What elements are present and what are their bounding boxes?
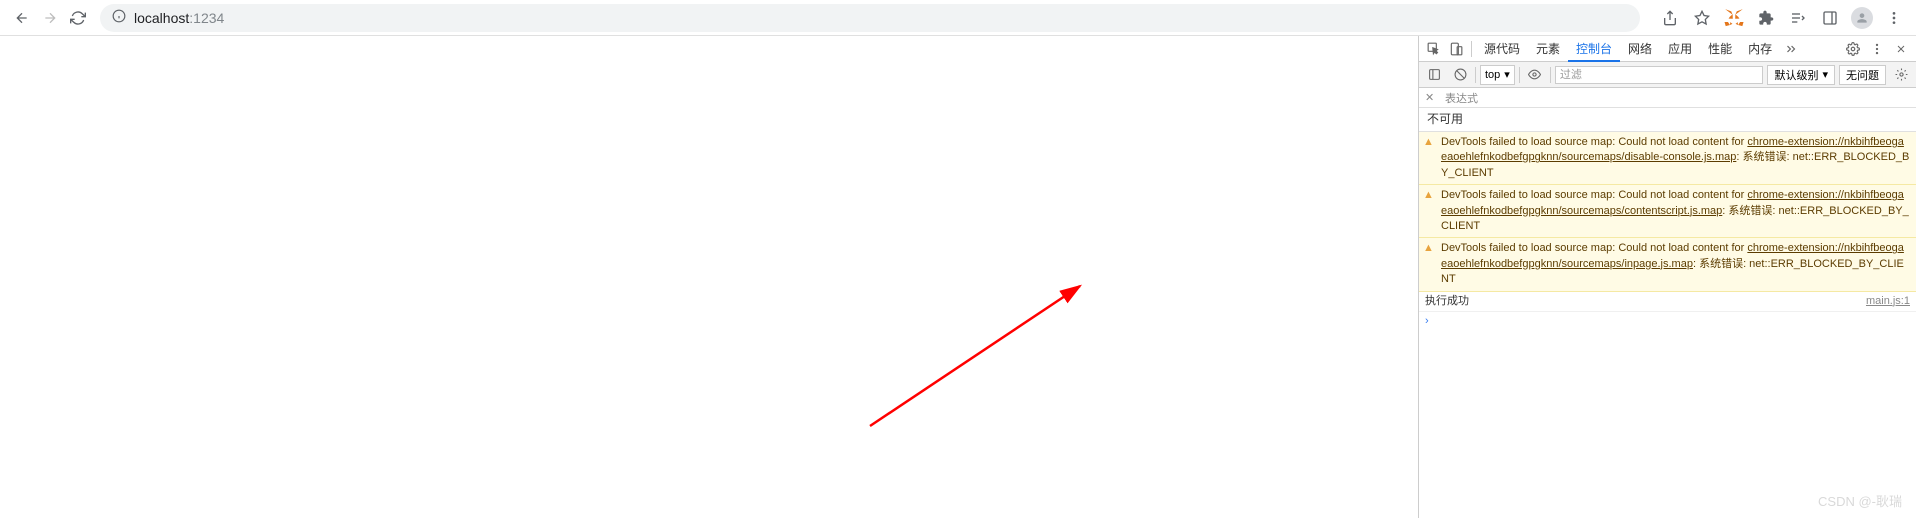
chevron-down-icon: ▾ bbox=[1822, 68, 1828, 81]
prompt-chevron-icon: › bbox=[1425, 314, 1429, 329]
log-level-selector[interactable]: 默认级别 ▾ bbox=[1767, 65, 1835, 85]
separator bbox=[1475, 67, 1476, 83]
context-selector[interactable]: top ▾ bbox=[1480, 65, 1515, 85]
url-host: localhost bbox=[134, 10, 189, 26]
warning-icon: ▲ bbox=[1423, 188, 1434, 203]
separator bbox=[1471, 41, 1472, 57]
filter-input[interactable] bbox=[1555, 66, 1764, 84]
inspect-element-icon[interactable] bbox=[1423, 38, 1445, 60]
console-prompt[interactable]: › bbox=[1419, 312, 1916, 331]
devtools-panel: 源代码 元素 控制台 网络 应用 性能 内存 bbox=[1418, 36, 1916, 518]
context-value: top bbox=[1485, 69, 1500, 81]
profile-avatar-icon[interactable] bbox=[1848, 4, 1876, 32]
log-message: 执行成功 bbox=[1425, 294, 1866, 309]
more-tabs-icon[interactable] bbox=[1780, 38, 1802, 60]
level-value: 默认级别 bbox=[1774, 67, 1818, 83]
watermark: CSDN @-耿瑞 bbox=[1818, 491, 1902, 510]
device-toggle-icon[interactable] bbox=[1445, 38, 1467, 60]
tab-performance[interactable]: 性能 bbox=[1700, 36, 1740, 62]
tab-application[interactable]: 应用 bbox=[1660, 36, 1700, 62]
tab-sources[interactable]: 源代码 bbox=[1476, 36, 1528, 62]
issues-button[interactable]: 无问题 bbox=[1839, 65, 1886, 85]
share-icon[interactable] bbox=[1656, 4, 1684, 32]
expression-label: 表达式 bbox=[1445, 90, 1478, 106]
live-expression-eye-icon[interactable] bbox=[1524, 64, 1546, 86]
devtools-menu-icon[interactable] bbox=[1866, 38, 1888, 60]
browser-menu-icon[interactable] bbox=[1880, 4, 1908, 32]
address-bar[interactable]: localhost:1234 bbox=[100, 4, 1640, 32]
tab-memory[interactable]: 内存 bbox=[1740, 36, 1780, 62]
reading-list-icon[interactable] bbox=[1784, 4, 1812, 32]
metamask-extension-icon[interactable] bbox=[1720, 4, 1748, 32]
forward-button[interactable] bbox=[36, 4, 64, 32]
tab-elements[interactable]: 元素 bbox=[1528, 36, 1568, 62]
log-source-link[interactable]: main.js:1 bbox=[1866, 294, 1910, 309]
devtools-tabs: 源代码 元素 控制台 网络 应用 性能 内存 bbox=[1419, 36, 1916, 62]
warning-text: DevTools failed to load source map: Coul… bbox=[1441, 136, 1747, 148]
expression-bar: ✕ 表达式 bbox=[1419, 88, 1916, 108]
tab-network[interactable]: 网络 bbox=[1620, 36, 1660, 62]
console-settings-gear-icon[interactable] bbox=[1890, 64, 1912, 86]
warning-icon: ▲ bbox=[1423, 241, 1434, 256]
expression-not-available: 不可用 bbox=[1419, 108, 1916, 132]
extensions-puzzle-icon[interactable] bbox=[1752, 4, 1780, 32]
site-info-icon[interactable] bbox=[112, 9, 126, 26]
settings-gear-icon[interactable] bbox=[1842, 38, 1864, 60]
close-icon[interactable]: ✕ bbox=[1425, 91, 1439, 104]
chevron-down-icon: ▾ bbox=[1504, 68, 1510, 81]
warning-icon: ▲ bbox=[1423, 135, 1434, 150]
separator bbox=[1519, 67, 1520, 83]
browser-toolbar: localhost:1234 bbox=[0, 0, 1916, 36]
annotation-arrow bbox=[860, 276, 1090, 436]
tab-console[interactable]: 控制台 bbox=[1568, 36, 1620, 62]
side-panel-icon[interactable] bbox=[1816, 4, 1844, 32]
console-sidebar-toggle-icon[interactable] bbox=[1423, 64, 1445, 86]
bookmark-star-icon[interactable] bbox=[1688, 4, 1716, 32]
warning-text: DevTools failed to load source map: Coul… bbox=[1441, 242, 1747, 254]
console-warning-row: ▲ DevTools failed to load source map: Cou… bbox=[1419, 238, 1916, 291]
toolbar-right bbox=[1656, 4, 1908, 32]
console-warning-row: ▲ DevTools failed to load source map: Cou… bbox=[1419, 132, 1916, 185]
url-port: :1234 bbox=[189, 10, 224, 26]
console-output: ▲ DevTools failed to load source map: Cou… bbox=[1419, 132, 1916, 518]
console-filter-bar: top ▾ 默认级别 ▾ 无问题 bbox=[1419, 62, 1916, 88]
warning-text: DevTools failed to load source map: Coul… bbox=[1441, 189, 1747, 201]
reload-button[interactable] bbox=[64, 4, 92, 32]
clear-console-icon[interactable] bbox=[1449, 64, 1471, 86]
devtools-close-icon[interactable] bbox=[1890, 38, 1912, 60]
back-button[interactable] bbox=[8, 4, 36, 32]
page-content bbox=[0, 36, 1418, 518]
console-warning-row: ▲ DevTools failed to load source map: Cou… bbox=[1419, 185, 1916, 238]
separator bbox=[1550, 67, 1551, 83]
console-log-row: 执行成功 main.js:1 bbox=[1419, 292, 1916, 312]
